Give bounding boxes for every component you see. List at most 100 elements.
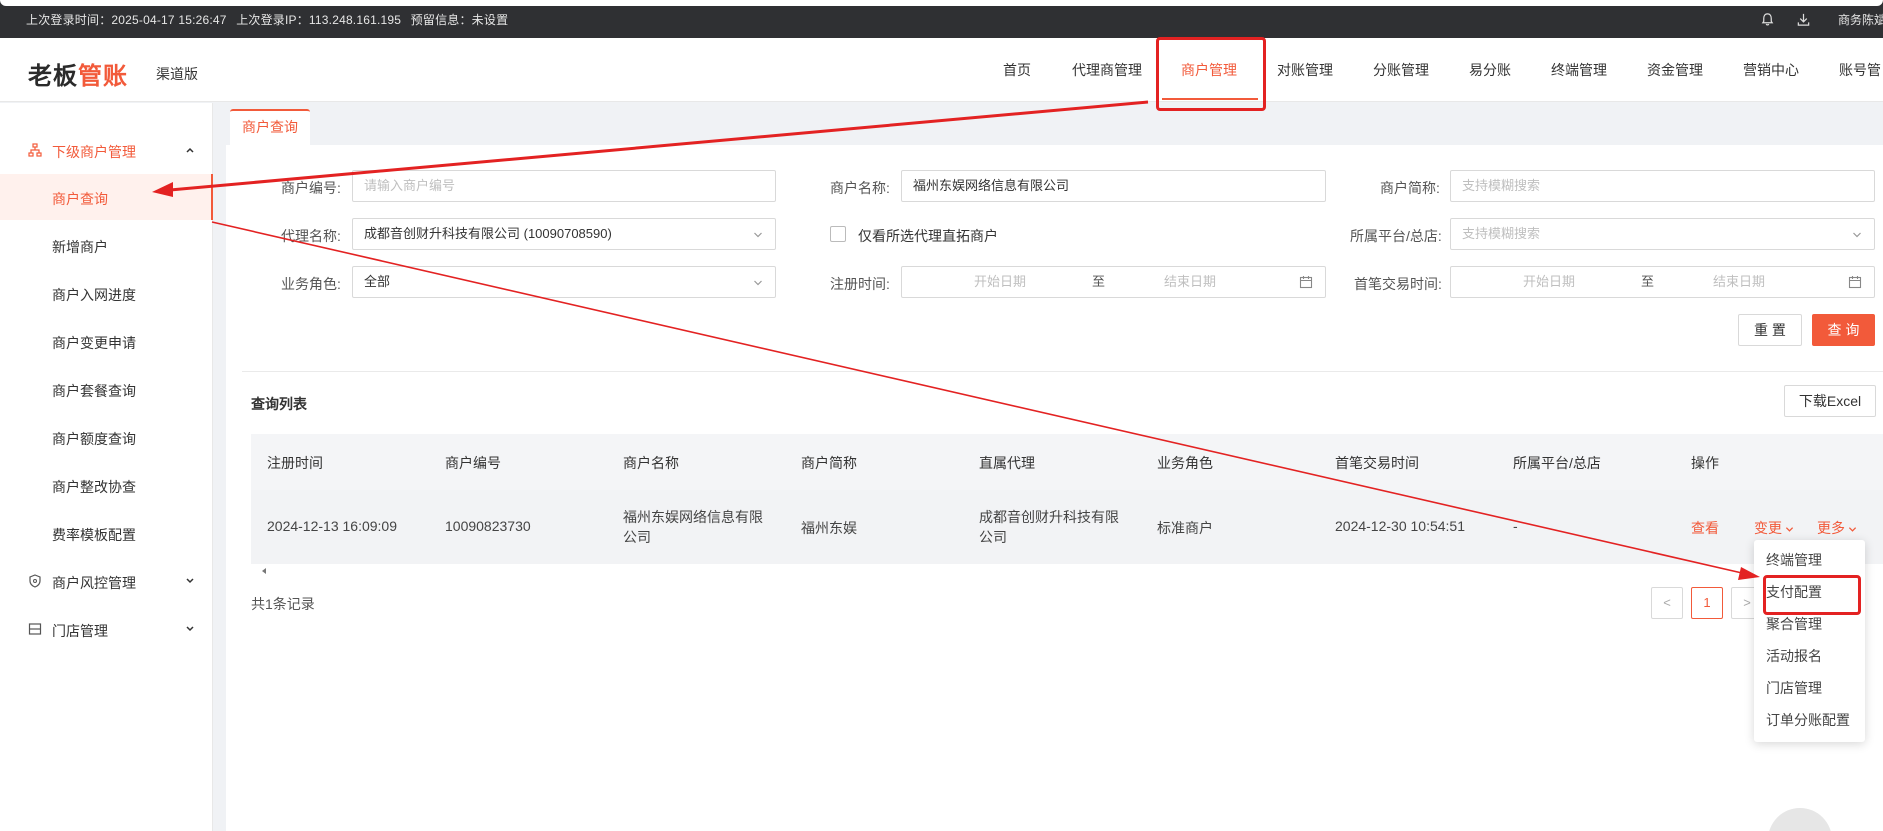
nav-easy-split[interactable]: 易分账 xyxy=(1469,60,1511,80)
change-label: 变更 xyxy=(1754,520,1782,536)
sidebar-item-rate-template[interactable]: 费率模板配置 xyxy=(0,510,213,556)
merchant-name-value: 福州东娱网络信息有限公司 xyxy=(913,178,1070,193)
business-role-label: 业务角色: xyxy=(281,276,341,292)
app-root: 上次登录时间：2025-04-17 15:26:47 上次登录IP：113.24… xyxy=(0,0,1883,831)
login-info: 上次登录时间：2025-04-17 15:26:47 上次登录IP：113.24… xyxy=(26,11,514,28)
download-icon[interactable] xyxy=(1796,12,1811,27)
col-merchant-no: 商户编号 xyxy=(445,455,501,471)
sidebar-item-onboarding-progress[interactable]: 商户入网进度 xyxy=(0,270,213,316)
sidebar-group-store[interactable]: 门店管理 xyxy=(0,606,213,652)
only-direct-checkbox[interactable] xyxy=(830,226,846,242)
platform-select[interactable]: 支持模糊搜索 xyxy=(1450,218,1875,250)
chevron-down-icon xyxy=(754,232,762,238)
platform-placeholder: 支持模糊搜索 xyxy=(1462,226,1541,241)
cell-agent: 成都音创财升科技有限公司 xyxy=(979,509,1119,545)
query-panel: 商户编号: 请输入商户编号 商户名称: 福州东娱网络信息有限公司 商户简称: 支… xyxy=(226,145,1883,831)
register-time-label: 注册时间: xyxy=(830,276,890,292)
nav-agent-management[interactable]: 代理商管理 xyxy=(1072,60,1142,80)
col-merchant-short: 商户简称 xyxy=(801,455,857,471)
first-trade-end-placeholder: 结束日期 xyxy=(1713,274,1766,289)
top-info-bar: 上次登录时间：2025-04-17 15:26:47 上次登录IP：113.24… xyxy=(0,0,1883,38)
sidebar-item-label: 商户套餐查询 xyxy=(52,383,136,399)
sidebar-item-label: 商户入网进度 xyxy=(52,287,136,303)
col-register-time: 注册时间 xyxy=(267,455,323,471)
calendar-icon xyxy=(1299,276,1313,289)
nav-terminal-management[interactable]: 终端管理 xyxy=(1551,60,1607,80)
sidebar-group-label: 下级商户管理 xyxy=(52,144,136,160)
register-start-placeholder: 开始日期 xyxy=(974,274,1027,289)
reserved-info: 预留信息：未设置 xyxy=(410,13,509,27)
sidebar-item-label: 商户变更申请 xyxy=(52,335,136,351)
more-dropdown[interactable]: 更多 xyxy=(1817,518,1857,538)
sidebar-item-quota-query[interactable]: 商户额度查询 xyxy=(0,414,213,460)
change-dropdown[interactable]: 变更 xyxy=(1754,518,1794,538)
chevron-down-icon xyxy=(186,578,194,584)
merchant-no-input[interactable]: 请输入商户编号 xyxy=(352,170,776,202)
col-merchant-name: 商户名称 xyxy=(623,455,679,471)
agent-name-select[interactable]: 成都音创财升科技有限公司 (10090708590) xyxy=(352,218,776,250)
scroll-left-icon[interactable] xyxy=(260,567,268,575)
nav-marketing-center[interactable]: 营销中心 xyxy=(1743,60,1799,80)
menu-item-terminal-management[interactable]: 终端管理 xyxy=(1754,544,1865,576)
cell-platform: - xyxy=(1513,518,1518,534)
menu-item-order-split-config[interactable]: 订单分账配置 xyxy=(1754,704,1865,736)
view-link[interactable]: 查看 xyxy=(1691,518,1719,538)
sidebar-group-risk-control[interactable]: 商户风控管理 xyxy=(0,558,213,604)
page-1-button[interactable]: 1 xyxy=(1691,587,1723,619)
agent-name-label: 代理名称: xyxy=(281,228,341,244)
user-name[interactable]: 商务陈斌 xyxy=(1838,11,1883,28)
reset-button[interactable]: 重 置 xyxy=(1738,314,1802,346)
sidebar-item-label: 商户额度查询 xyxy=(52,431,136,447)
first-trade-time-range[interactable]: 开始日期 至 结束日期 xyxy=(1450,266,1875,298)
cell-register-time: 2024-12-13 16:09:09 xyxy=(267,518,397,534)
col-actions: 操作 xyxy=(1691,455,1719,471)
register-end-placeholder: 结束日期 xyxy=(1164,274,1217,289)
logo-subtitle: 渠道版 xyxy=(156,66,198,82)
sidebar-item-label: 新增商户 xyxy=(52,239,108,255)
table-row: 2024-12-13 16:09:09 10090823730 福州东娱网络信息… xyxy=(251,490,1883,564)
prev-page-button[interactable]: < xyxy=(1651,587,1683,619)
nav-reconciliation[interactable]: 对账管理 xyxy=(1277,60,1333,80)
business-role-select[interactable]: 全部 xyxy=(352,266,776,298)
sidebar: 下级商户管理 商户查询 新增商户 商户入网进度 商户变更申请 商户套餐查询 商户… xyxy=(0,103,213,831)
annotation-box-nav xyxy=(1156,37,1266,111)
only-direct-label[interactable]: 仅看所选代理直拓商户 xyxy=(858,226,998,246)
menu-item-activity-signup[interactable]: 活动报名 xyxy=(1754,640,1865,672)
nav-account-management[interactable]: 账号管 xyxy=(1839,60,1881,80)
first-trade-start-placeholder: 开始日期 xyxy=(1523,274,1576,289)
register-time-range[interactable]: 开始日期 至 结束日期 xyxy=(901,266,1326,298)
horizontal-scrollbar[interactable] xyxy=(251,564,1883,578)
sidebar-item-add-merchant[interactable]: 新增商户 xyxy=(0,222,213,268)
main-content: 商户查询 商户编号: 请输入商户编号 商户名称: 福州东娱网络信息有限公司 商户… xyxy=(226,103,1883,831)
col-agent: 直属代理 xyxy=(979,455,1035,471)
sidebar-group-sub-merchant[interactable]: 下级商户管理 xyxy=(0,127,213,173)
bell-icon[interactable] xyxy=(1760,12,1775,27)
store-icon xyxy=(28,623,42,635)
list-title: 查询列表 xyxy=(251,396,307,412)
chevron-down-icon xyxy=(186,626,194,632)
org-tree-icon xyxy=(28,143,42,157)
search-button[interactable]: 查 询 xyxy=(1812,314,1875,346)
sidebar-item-label: 商户整改协查 xyxy=(52,479,136,495)
sidebar-item-change-request[interactable]: 商户变更申请 xyxy=(0,318,213,364)
menu-item-store-management[interactable]: 门店管理 xyxy=(1754,672,1865,704)
chevron-down-icon xyxy=(1785,527,1794,532)
sidebar-item-merchant-query[interactable]: 商户查询 xyxy=(0,174,213,220)
col-role: 业务角色 xyxy=(1157,455,1213,471)
nav-home[interactable]: 首页 xyxy=(1003,60,1031,80)
sidebar-item-rectification[interactable]: 商户整改协查 xyxy=(0,462,213,508)
nav-split-management[interactable]: 分账管理 xyxy=(1373,60,1429,80)
nav-fund-management[interactable]: 资金管理 xyxy=(1647,60,1703,80)
merchant-name-input[interactable]: 福州东娱网络信息有限公司 xyxy=(901,170,1326,202)
tab-merchant-query[interactable]: 商户查询 xyxy=(230,109,310,145)
sidebar-item-package-query[interactable]: 商户套餐查询 xyxy=(0,366,213,412)
download-excel-button[interactable]: 下载Excel xyxy=(1784,385,1876,417)
chevron-down-icon xyxy=(1853,232,1861,238)
cell-merchant-short: 福州东娱 xyxy=(801,520,857,536)
platform-label: 所属平台/总店: xyxy=(1350,228,1442,244)
shield-icon xyxy=(29,574,41,588)
viewport: 上次登录时间：2025-04-17 15:26:47 上次登录IP：113.24… xyxy=(0,0,1883,831)
brand-logo[interactable]: 老板管账 xyxy=(28,56,128,91)
merchant-short-input[interactable]: 支持模糊搜索 xyxy=(1450,170,1875,202)
merchant-no-placeholder: 请输入商户编号 xyxy=(364,178,456,193)
